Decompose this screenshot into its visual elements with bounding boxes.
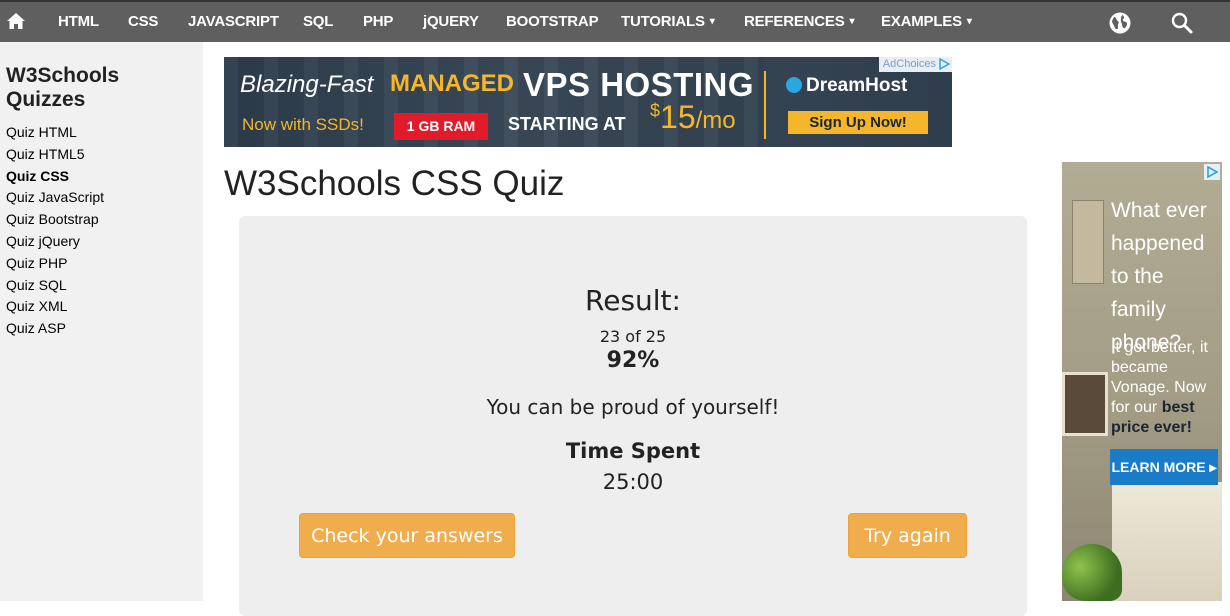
sidebar-item-quiz-javascript[interactable]: Quiz JavaScript bbox=[6, 187, 104, 209]
chair-image bbox=[1112, 482, 1222, 601]
time-spent-label: Time Spent bbox=[565, 439, 701, 463]
sidebar-item-quiz-xml[interactable]: Quiz XML bbox=[6, 296, 104, 318]
sidebar-title: W3Schools Quizzes bbox=[6, 64, 120, 111]
apple-image bbox=[1062, 544, 1122, 601]
ad-starting-text: STARTING AT bbox=[508, 114, 626, 134]
ad-signup-button[interactable]: Sign Up Now! bbox=[788, 111, 928, 134]
nav-tutorials[interactable]: TUTORIALS ▾ bbox=[621, 2, 715, 42]
chevron-down-icon: ▾ bbox=[966, 16, 972, 27]
sidebar-list: Quiz HTML Quiz HTML5 Quiz CSS Quiz JavaS… bbox=[6, 122, 104, 340]
nav-php[interactable]: PHP bbox=[363, 2, 393, 42]
sidebar-item-quiz-php[interactable]: Quiz PHP bbox=[6, 253, 104, 275]
sidebar-item-quiz-sql[interactable]: Quiz SQL bbox=[6, 275, 104, 297]
sidebar: W3Schools Quizzes Quiz HTML Quiz HTML5 Q… bbox=[0, 42, 203, 601]
wall-phone-image bbox=[1072, 200, 1104, 284]
nav-tutorials-label: TUTORIALS bbox=[621, 13, 705, 30]
search-icon[interactable] bbox=[1170, 11, 1194, 35]
adchoices-icon[interactable] bbox=[1204, 164, 1220, 180]
result-score: 23 of 25 bbox=[599, 327, 667, 346]
ad-price: $15/mo bbox=[650, 99, 736, 136]
sidebar-item-quiz-bootstrap[interactable]: Quiz Bootstrap bbox=[6, 209, 104, 231]
nav-javascript[interactable]: JAVASCRIPT bbox=[188, 2, 279, 42]
picture-frame-image bbox=[1062, 372, 1108, 436]
sidebar-item-quiz-jquery[interactable]: Quiz jQuery bbox=[6, 231, 104, 253]
adchoices-icon[interactable] bbox=[938, 58, 950, 70]
result-message: You can be proud of yourself! bbox=[486, 395, 780, 419]
globe-icon[interactable] bbox=[1108, 11, 1132, 35]
check-answers-button[interactable]: Check your answers bbox=[299, 513, 515, 558]
nav-examples-label: EXAMPLES bbox=[881, 13, 962, 30]
quiz-result-panel: Result: 23 of 25 92% You can be proud of… bbox=[239, 216, 1027, 616]
ad-price-currency: $ bbox=[650, 100, 661, 121]
ad-divider bbox=[764, 71, 766, 139]
ad-subline: Now with SSDs! bbox=[242, 115, 364, 134]
nav-references-label: REFERENCES bbox=[744, 13, 845, 30]
nav-jquery[interactable]: jQUERY bbox=[423, 2, 479, 42]
home-icon[interactable] bbox=[6, 11, 26, 31]
ad-right-body: It got better, it became Vonage. Now for… bbox=[1111, 338, 1219, 438]
dreamhost-logo: DreamHost bbox=[786, 75, 907, 97]
banner-ad[interactable]: AdChoices Blazing-Fast MANAGED VPS HOSTI… bbox=[224, 57, 952, 147]
sidebar-item-quiz-html5[interactable]: Quiz HTML5 bbox=[6, 144, 104, 166]
result-percent: 92% bbox=[606, 348, 660, 373]
top-navigation: HTML CSS JAVASCRIPT SQL PHP jQUERY BOOTS… bbox=[0, 0, 1230, 42]
nav-examples[interactable]: EXAMPLES ▾ bbox=[881, 2, 972, 42]
sidebar-item-quiz-css[interactable]: Quiz CSS bbox=[6, 166, 104, 188]
nav-css[interactable]: CSS bbox=[128, 2, 158, 42]
skyscraper-ad[interactable]: What ever happened to the family phone? … bbox=[1062, 162, 1222, 601]
chevron-down-icon: ▾ bbox=[849, 16, 855, 27]
ad-price-value: 15 bbox=[660, 99, 696, 135]
dreamhost-logo-icon bbox=[786, 77, 802, 93]
try-again-button[interactable]: Try again bbox=[848, 513, 967, 558]
sidebar-item-quiz-html[interactable]: Quiz HTML bbox=[6, 122, 104, 144]
nav-html[interactable]: HTML bbox=[58, 2, 99, 42]
chevron-down-icon: ▾ bbox=[709, 16, 715, 27]
ad-headline-1: Blazing-Fast bbox=[240, 71, 374, 98]
dreamhost-logo-text: DreamHost bbox=[806, 75, 908, 96]
learn-more-button[interactable]: LEARN MORE ▸ bbox=[1110, 449, 1218, 485]
nav-sql[interactable]: SQL bbox=[303, 2, 333, 42]
ad-right-headline: What ever happened to the family phone? bbox=[1111, 199, 1207, 354]
time-spent-value: 25:00 bbox=[602, 470, 664, 494]
result-heading: Result: bbox=[585, 284, 681, 317]
ad-headline-2: MANAGED bbox=[390, 70, 514, 97]
nav-references[interactable]: REFERENCES ▾ bbox=[744, 2, 855, 42]
ad-price-unit: /mo bbox=[695, 107, 736, 134]
ad-ram-badge: 1 GB RAM bbox=[394, 113, 488, 140]
nav-bootstrap[interactable]: BOOTSTRAP bbox=[506, 2, 599, 42]
sidebar-item-quiz-asp[interactable]: Quiz ASP bbox=[6, 318, 104, 340]
page-title: W3Schools CSS Quiz bbox=[224, 164, 565, 203]
